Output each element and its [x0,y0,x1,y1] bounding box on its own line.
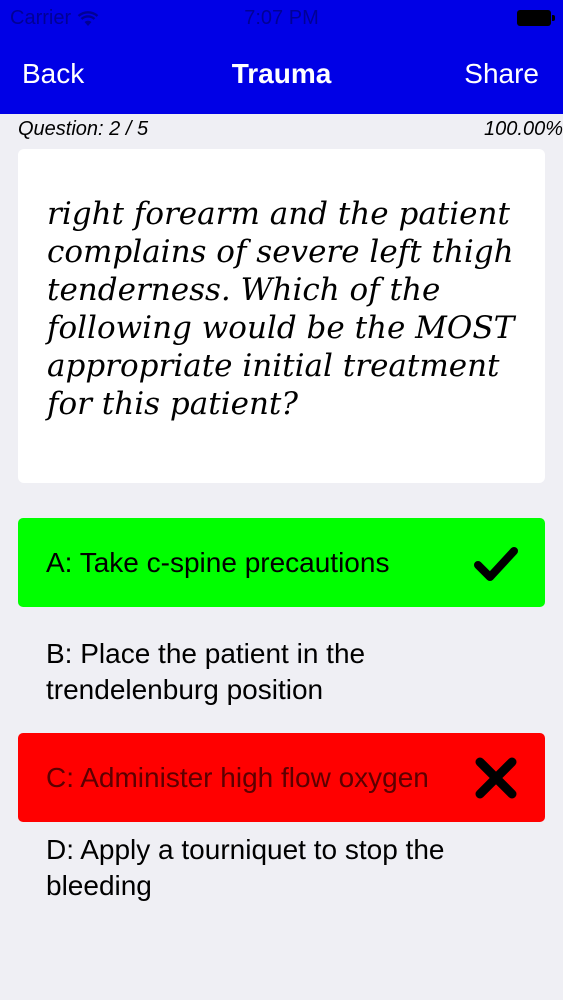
answer-option-a[interactable]: A: Take c-spine precautions [18,518,545,607]
question-card[interactable]: right forearm and the patient complains … [18,149,545,483]
answer-label: C: Administer high flow oxygen [46,761,429,793]
answer-label: A: Take c-spine precautions [46,546,390,578]
battery-icon [517,10,555,26]
answer-option-c[interactable]: C: Administer high flow oxygen [18,733,545,822]
question-text: right forearm and the patient complains … [47,196,515,422]
cross-icon [475,757,517,798]
status-time: 7:07 PM [244,7,319,29]
answer-option-b[interactable]: B: Place the patient in the trendelenbur… [18,635,545,709]
checkmark-icon [474,546,518,581]
progress-percent: 100.00% [484,118,563,140]
question-counter: Question: 2 / 5 [18,118,149,140]
status-bar: Carrier 7:07 PM [0,0,563,38]
navigation-bar: Back Trauma Share [0,38,563,114]
answer-label: D: Apply a tourniquet to stop the bleedi… [46,834,445,901]
share-button[interactable]: Share [464,58,539,90]
answer-option-d[interactable]: D: Apply a tourniquet to stop the bleedi… [18,831,545,905]
answer-label: B: Place the patient in the trendelenbur… [46,638,366,705]
